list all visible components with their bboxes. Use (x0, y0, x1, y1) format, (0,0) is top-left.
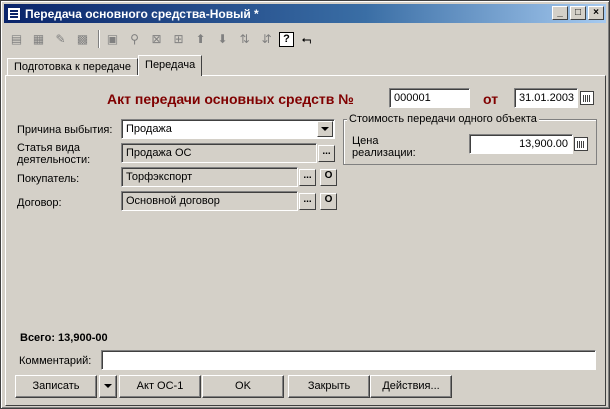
close-button[interactable]: Закрыть (288, 375, 370, 398)
document-window: Передача основного средства-Новый * _ □ … (0, 0, 610, 409)
delete-icon[interactable]: ▩ (73, 30, 92, 49)
tree-icon[interactable]: ⊞ (169, 30, 188, 49)
reason-select[interactable]: Продажа (121, 119, 335, 139)
buyer-select-button[interactable]: ... (299, 169, 316, 186)
chevron-down-icon (321, 127, 329, 131)
document-date-field[interactable]: 31.01.2003 (514, 88, 578, 108)
calendar-icon[interactable] (580, 91, 594, 105)
contract-open-button[interactable]: О (320, 193, 337, 210)
whats-this-icon[interactable]: ⮢ (297, 30, 316, 49)
price-label-line2: реализации: (352, 147, 416, 159)
toolbar: ▤ ▦ ✎ ▩ ▣ ⚲ ⊠ ⊞ ⬆ ⬇ ⇅ ⇵ ? ⮢ (7, 28, 319, 50)
find-icon[interactable]: ▣ (103, 30, 122, 49)
title-bar[interactable]: Передача основного средства-Новый * _ □ … (4, 4, 606, 23)
comment-label: Комментарий: (19, 355, 92, 367)
price-field[interactable]: 13,900.00 (469, 134, 573, 154)
activity-select-button[interactable]: ... (318, 145, 335, 162)
save-button[interactable]: Записать (15, 375, 97, 398)
toolbar-separator (98, 30, 100, 48)
document-number-field[interactable]: 000001 (389, 88, 470, 108)
activity-label-line1: Статья вида (17, 142, 81, 154)
price-group-title: Стоимость передачи одного объекта (347, 113, 539, 125)
edit-icon[interactable]: ✎ (51, 30, 70, 49)
help-icon[interactable]: ? (279, 31, 294, 47)
contract-select-button[interactable]: ... (299, 193, 316, 210)
ok-button[interactable]: OK (202, 375, 284, 398)
contract-field[interactable]: Основной договор (121, 191, 298, 211)
buyer-field[interactable]: Торфэкспорт (121, 167, 298, 187)
buyer-open-button[interactable]: О (320, 169, 337, 186)
calculator-icon[interactable] (574, 137, 588, 151)
copy-icon[interactable]: ▦ (29, 30, 48, 49)
buyer-label: Покупатель: (17, 173, 80, 185)
maximize-button[interactable]: □ (570, 6, 586, 20)
chevron-down-icon (104, 384, 112, 389)
price-label-line1: Цена (352, 135, 379, 147)
reason-dropdown-button[interactable] (317, 121, 333, 137)
tab-preparation[interactable]: Подготовка к передаче (7, 58, 139, 76)
new-icon[interactable]: ▤ (7, 30, 26, 49)
date-prefix: от (483, 91, 499, 107)
tab-panel: Акт передачи основных средств № 000001 о… (5, 75, 606, 406)
tab-transfer[interactable]: Передача (138, 55, 203, 76)
sort-desc-icon[interactable]: ⇵ (257, 30, 276, 49)
down-icon[interactable]: ⬇ (213, 30, 232, 49)
sort-asc-icon[interactable]: ⇅ (235, 30, 254, 49)
act-heading: Акт передачи основных средств № (107, 91, 354, 107)
activity-label-line2: деятельности: (17, 154, 91, 166)
tab-strip: Подготовка к передаче Передача (7, 55, 203, 76)
actions-button[interactable]: Действия... (370, 375, 452, 398)
act-os1-button[interactable]: Акт ОС-1 (119, 375, 201, 398)
save-dropdown-button[interactable] (99, 375, 117, 398)
document-icon (7, 6, 21, 21)
filter-icon[interactable]: ⚲ (125, 30, 144, 49)
reason-label: Причина выбытия: (17, 124, 113, 136)
window-title: Передача основного средства-Новый * (25, 6, 259, 21)
clear-filter-icon[interactable]: ⊠ (147, 30, 166, 49)
total-amount: Всего: 13,900-00 (20, 332, 108, 344)
comment-input[interactable] (101, 350, 596, 370)
close-window-button[interactable]: × (588, 6, 604, 20)
contract-label: Договор: (17, 197, 62, 209)
up-icon[interactable]: ⬆ (191, 30, 210, 49)
activity-field[interactable]: Продажа ОС (121, 143, 317, 163)
minimize-button[interactable]: _ (552, 6, 568, 20)
